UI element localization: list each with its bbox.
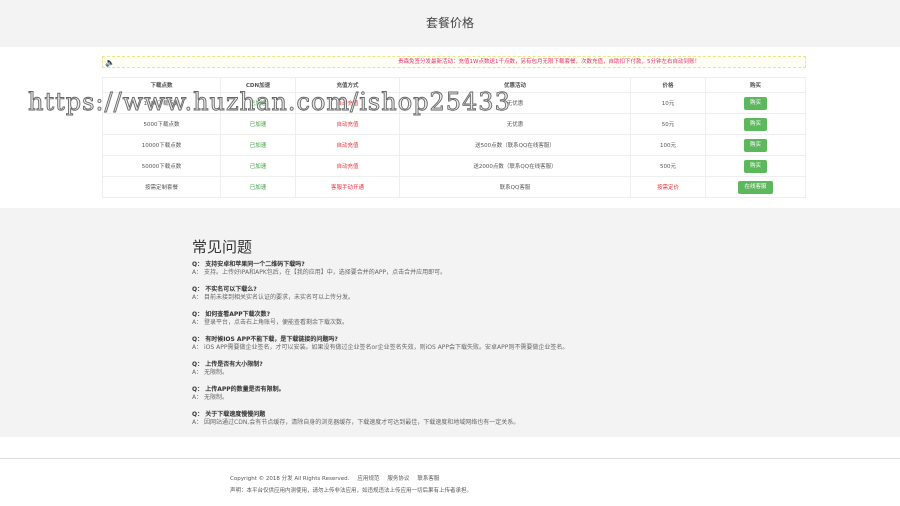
page-header: 套餐价格 (0, 0, 900, 47)
promo: 送2000点数（联系QQ在线客服） (399, 155, 631, 177)
points: 按需定制套餐 (102, 176, 221, 198)
table-row: 5000下载点数 已加速 自动充值 无优惠 50元 购买 (102, 113, 806, 135)
promo: 无优惠 (399, 113, 631, 135)
faq-question: Q： 不实名可以下载么? (192, 286, 257, 293)
faq-question: Q： 如何查看APP下载次数? (192, 311, 271, 318)
pricing-section: 🔈 贵森免签分发最新活动：充值1W点数送1千点数，另有包月无限下载套餐，次数充值… (0, 47, 900, 208)
faq-question: Q： 支持安卓和苹果同一个二维码下载吗? (192, 261, 305, 268)
faq-answer: A： 目前未接到相关实名认证的要求，未实名可以上传分发。 (192, 294, 355, 301)
points: 5000下载点数 (102, 113, 221, 135)
cdn-status: 已加速 (220, 134, 296, 156)
faq-question: Q： 有时候IOS APP不能下载，是下载链接的问题吗? (192, 336, 338, 343)
buy-cell: 购买 (705, 155, 806, 177)
faq-answer: A： 支持。上传好IPA和APK包后，在【我的应用】中，选择要合并的APP，点击… (192, 269, 447, 276)
buy-cell: 购买 (705, 113, 806, 135)
pricing-table: 下载点数 CDN加速 充值方式 优惠活动 价格 购买 1000下载点数 已加速 … (102, 77, 806, 198)
faq-item: Q： 上传APP的数量是否有限制。 A： 无限制。 (192, 386, 900, 402)
cdn-status: 已加速 (220, 155, 296, 177)
recharge-method: 自动充值 (295, 113, 400, 135)
cdn-status: 已加速 (220, 176, 296, 198)
faq-question: Q： 上传APP的数量是否有限制。 (192, 386, 285, 393)
price: 按需定价 (630, 176, 706, 198)
table-row: 1000下载点数 已加速 自动充值 无优惠 10元 购买 (102, 92, 806, 114)
faq-title: 常见问题 (192, 238, 253, 256)
faq-item: Q： 关于下载速度慢慢问题 A： 因网站通过CDN,会有节点缓存，清除自身的浏览器… (192, 411, 900, 427)
speaker-icon: 🔈 (105, 58, 115, 67)
faq-section: 常见问题 Q： 支持安卓和苹果同一个二维码下载吗? A： 支持。上传好IPA和AP… (0, 208, 900, 437)
buy-button[interactable]: 购买 (743, 96, 767, 110)
footer-link[interactable]: 应用规范 (357, 476, 379, 482)
col-header: 下载点数 (102, 77, 221, 93)
col-header: 充值方式 (295, 77, 400, 93)
price: 500元 (630, 155, 706, 177)
recharge-method: 自动充值 (295, 92, 400, 114)
cdn-status: 已加速 (220, 113, 296, 135)
online-service-button[interactable]: 在线客服 (738, 180, 773, 194)
faq-answer: A： 无限制。 (192, 394, 229, 401)
buy-button[interactable]: 购买 (743, 138, 767, 152)
footer: Copyright © 2018 分发 All Rights Reserved.… (0, 458, 900, 497)
faq-item: Q： 支持安卓和苹果同一个二维码下载吗? A： 支持。上传好IPA和APK包后，在… (192, 261, 900, 277)
table-row: 按需定制套餐 已加速 客服手动开通 联系QQ客服 按需定价 在线客服 (102, 176, 806, 198)
promo: 联系QQ客服 (399, 176, 631, 198)
page-title: 套餐价格 (425, 16, 474, 30)
faq-item: Q： 如何查看APP下载次数? A： 登录平台，点击右上角账号，便能查看剩余下载次… (192, 311, 900, 327)
faq-answer: A： 无限制。 (192, 369, 229, 376)
col-header: 价格 (630, 77, 706, 93)
recharge-method: 自动充值 (295, 134, 400, 156)
col-header: 优惠活动 (399, 77, 631, 93)
buy-button[interactable]: 购买 (743, 117, 767, 131)
footer-link[interactable]: 服务协议 (387, 476, 409, 482)
notice-bar: 🔈 贵森免签分发最新活动：充值1W点数送1千点数，另有包月无限下载套餐，次数充值… (102, 56, 806, 68)
recharge-method: 客服手动开通 (295, 176, 400, 198)
faq-item: Q： 上传是否有大小限制? A： 无限制。 (192, 361, 900, 377)
col-header: 购买 (705, 77, 806, 93)
points: 50000下载点数 (102, 155, 221, 177)
points: 10000下载点数 (102, 134, 221, 156)
table-row: 10000下载点数 已加速 自动充值 送500点数（联系QQ在线客服） 100元… (102, 134, 806, 156)
promo: 送500点数（联系QQ在线客服） (399, 134, 631, 156)
copyright: Copyright © 2018 分发 All Rights Reserved. (230, 476, 350, 482)
faq-question: Q： 上传是否有大小限制? (192, 361, 263, 368)
buy-cell: 购买 (705, 92, 806, 114)
recharge-method: 自动充值 (295, 155, 400, 177)
price: 50元 (630, 113, 706, 135)
faq-answer: A： iOS APP需要做企业签名，才可以安装。如果没有做过企业签名or企业签名… (192, 344, 569, 351)
buy-cell: 购买 (705, 134, 806, 156)
faq-question: Q： 关于下载速度慢慢问题 (192, 411, 266, 418)
faq-answer: A： 因网站通过CDN,会有节点缓存，清除自身的浏览器缓存，下载速度才可达到最佳… (192, 419, 520, 426)
footer-link[interactable]: 联系客服 (417, 476, 439, 482)
col-header: CDN加速 (220, 77, 296, 93)
points: 1000下载点数 (102, 92, 221, 114)
price: 100元 (630, 134, 706, 156)
table-row: 50000下载点数 已加速 自动充值 送2000点数（联系QQ在线客服） 500… (102, 155, 806, 177)
buy-cell: 在线客服 (705, 176, 806, 198)
buy-button[interactable]: 购买 (743, 159, 767, 173)
price: 10元 (630, 92, 706, 114)
faq-item: Q： 不实名可以下载么? A： 目前未接到相关实名认证的要求，未实名可以上传分发。 (192, 286, 900, 302)
disclaimer: 声明：本平台仅供应用内测使用，请勿上传非法应用，如违规违法上传应用一切后果有上传… (230, 488, 473, 494)
cdn-status: 已加速 (220, 92, 296, 114)
faq-item: Q： 有时候IOS APP不能下载，是下载链接的问题吗? A： iOS APP需要… (192, 336, 900, 352)
faq-answer: A： 登录平台，点击右上角账号，便能查看剩余下载次数。 (192, 319, 349, 326)
notice-text: 贵森免签分发最新活动：充值1W点数送1千点数，另有包月无限下载套餐，次数充值，自… (398, 59, 700, 65)
promo: 无优惠 (399, 92, 631, 114)
